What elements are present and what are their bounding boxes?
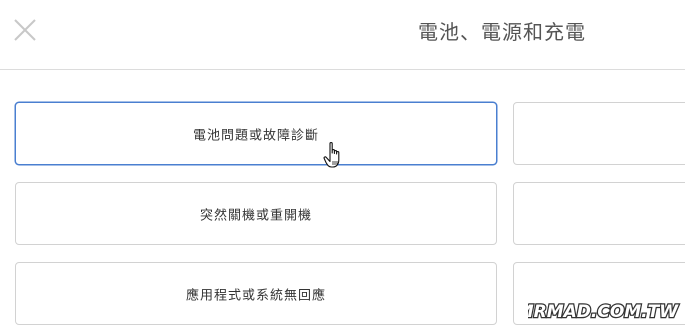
topic-card-unexpected-shutdown[interactable]: 突然關機或重開機 (15, 182, 497, 245)
topic-card-right-1[interactable] (513, 102, 685, 165)
page-title: 電池、電源和充電 (418, 20, 586, 44)
topic-card-right-2[interactable] (513, 182, 685, 245)
topic-card-label: 電池問題或故障診斷 (192, 128, 319, 143)
topic-card-label: 應用程式或系統無回應 (185, 288, 326, 303)
support-page: 電池、電源和充電 電池問題或故障診斷 突然關機或重開機 應用程式或系統無回應 M… (0, 0, 685, 336)
topic-card-app-unresponsive[interactable]: 應用程式或系統無回應 (15, 262, 497, 325)
close-icon (14, 19, 36, 41)
close-button[interactable] (12, 17, 38, 43)
topic-card-battery-issues[interactable]: 電池問題或故障診斷 (15, 102, 497, 165)
header-bar: 電池、電源和充電 (0, 0, 685, 70)
topic-card-label: 突然關機或重開機 (199, 208, 312, 223)
topic-card-right-3[interactable] (513, 262, 685, 325)
